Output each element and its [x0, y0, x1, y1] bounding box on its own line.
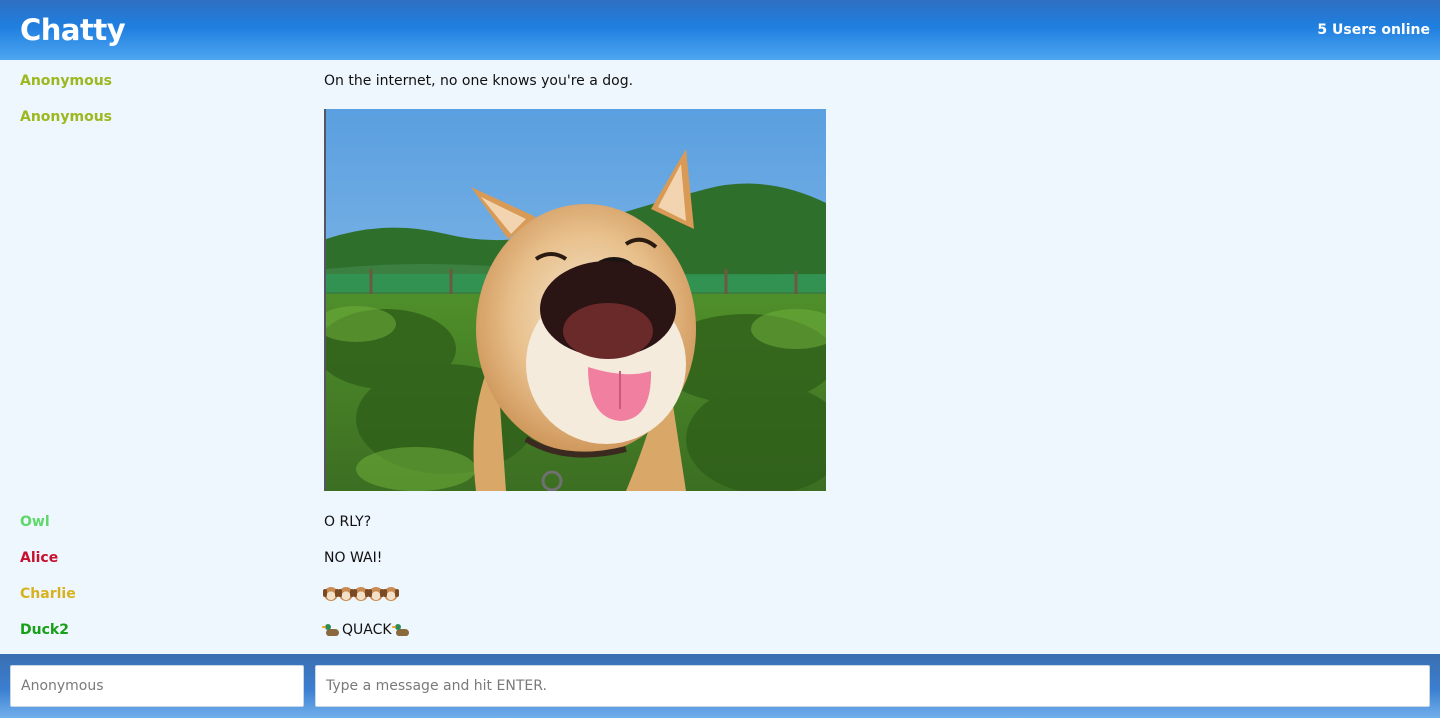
message-text: NO WAI!: [324, 550, 383, 566]
message-input[interactable]: [315, 665, 1430, 707]
message-list: Anonymous On the internet, no one knows …: [0, 60, 1440, 654]
navbar: Chatty 5 Users online: [0, 0, 1440, 60]
message-username: Duck2: [20, 622, 69, 638]
message-emoji-row: [323, 587, 399, 601]
message-username: Owl: [20, 514, 50, 530]
dog-emoji-icon: [338, 587, 354, 601]
dog-emoji-icon: [353, 587, 369, 601]
message-username: Anonymous: [20, 109, 113, 125]
chat-composer-bar: [0, 654, 1440, 718]
dog-emoji-icon: [368, 587, 384, 601]
message-username: Charlie: [20, 586, 76, 602]
duck-emoji-icon: [391, 623, 410, 637]
users-online-count: 5 Users online: [1317, 22, 1430, 38]
message-username: Anonymous: [20, 73, 113, 89]
duck-emoji-icon: [322, 623, 340, 637]
app-title: Chatty: [20, 13, 126, 47]
message-text: O RLY?: [324, 514, 372, 530]
dog-photo-image: [324, 109, 826, 491]
message-text-with-emoji: QUACK: [322, 622, 410, 638]
message-text: On the internet, no one knows you're a d…: [324, 73, 634, 89]
dog-emoji-icon: [383, 587, 399, 601]
username-input[interactable]: [10, 665, 304, 707]
dog-emoji-icon: [323, 587, 339, 601]
message-text: QUACK: [342, 622, 392, 638]
message-username: Alice: [20, 550, 59, 566]
